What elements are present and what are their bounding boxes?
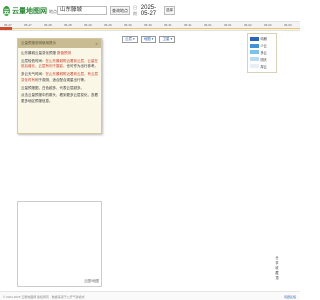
timeline-label[interactable]: 05-29 — [104, 23, 112, 27]
timeline-current-marker[interactable] — [0, 27, 12, 30]
map-layer-button[interactable]: 卫星 ▾ — [159, 36, 176, 43]
date-select-button[interactable]: 选择 — [164, 6, 175, 15]
legend-swatch — [250, 43, 259, 48]
forecast-info-card: 云量预报说明使用提示 × 山东滕城云量变化预报 数值预测云层较低时间：在山东滕城… — [17, 38, 102, 134]
card-body: 山东滕城云量变化预报 数值预测云层较低时间：在山东滕城附近看到云层，云量在前后增… — [18, 48, 101, 110]
site-logo[interactable]: 云 云量地图网 — [3, 5, 47, 17]
legend-item: 厚云 — [250, 63, 274, 70]
feedback-link[interactable]: 问题反馈 — [284, 295, 296, 299]
map-layer-button[interactable]: 地图 ▾ — [140, 36, 157, 43]
legend-swatch — [250, 64, 259, 69]
logo-text: 云量地图网 — [12, 7, 47, 15]
legend-label: 晴朗 — [260, 37, 267, 42]
side-tool-item[interactable]: 享 — [275, 261, 278, 265]
timeline-label[interactable]: 05-27 — [24, 23, 32, 27]
timeline-label[interactable]: 05-30 — [124, 23, 132, 27]
card-paragraph: 山东滕城云量变化预报 数值预测 — [21, 51, 98, 57]
query-location-button[interactable]: 查询地点 — [110, 6, 130, 15]
location-input[interactable]: 山东滕城 — [57, 6, 107, 15]
card-paragraph: 云量预报图，白色越多、代表云层越多。 — [21, 86, 98, 92]
timeline-label[interactable]: 06-03 — [284, 23, 292, 27]
card-paragraph: 多云天气时间：在山东滕城附近看到云层，有云层变化时有利于观测，适合配合观星出行等… — [21, 72, 98, 83]
card-text: ，也可作为出行参考。 — [63, 64, 98, 69]
forecast-timeline[interactable]: 05-27 05-27 05-28 05-28 05-29 05-29 05-30 05-30… — [0, 21, 300, 31]
legend-item: 少云 — [250, 42, 274, 49]
card-text: 白色越多、代表云层越多。 — [42, 85, 84, 90]
card-text: 利于观测，适合配合观星出行等。 — [35, 77, 88, 82]
card-header: 云量预报说明使用提示 × — [18, 39, 101, 48]
side-tool-item[interactable]: 收 — [275, 266, 278, 270]
card-text: 云层较低时间： — [21, 58, 46, 63]
side-tool-item[interactable]: 分 — [275, 256, 278, 260]
side-tool-item[interactable]: 藏 — [275, 271, 278, 275]
timeline-label[interactable]: 05-28 — [64, 23, 72, 27]
page-footer: © 2024-2025 云量地图网 版权所有 · 数据来源于公开气象模式 问题反… — [0, 291, 300, 300]
timeline-label[interactable]: 05-31 — [184, 23, 192, 27]
map-layer-controls: 云层 ▾ 地图 ▾ 卫星 ▾ — [122, 36, 202, 44]
close-icon[interactable]: × — [94, 41, 99, 46]
legend-swatch — [250, 36, 259, 41]
map-layer-button[interactable]: 云层 ▾ — [122, 36, 138, 43]
card-text: 云量预报图， — [21, 85, 42, 90]
legend-label: 多云 — [260, 50, 267, 55]
side-toolbar: 分享收藏顶 — [273, 256, 281, 286]
legend-item: 晴朗 — [250, 36, 274, 43]
card-text: 山东滕城云量变化预报 — [21, 51, 57, 55]
legend-item: 多云 — [250, 49, 274, 56]
card-text: 点击云量预报中的箭头，看到更多云层变化， — [21, 93, 91, 98]
timeline-label[interactable]: 05-28 — [44, 23, 52, 27]
card-paragraph: 点击云量预报中的箭头，看到更多云层变化，查看更多地区预报信息。 — [21, 93, 98, 104]
legend-label: 阴天 — [260, 57, 267, 62]
legend-item: 阴天 — [250, 56, 274, 63]
date-prefix: 日期 — [133, 4, 137, 16]
timeline-progress-bar[interactable] — [0, 27, 300, 29]
cloud-legend: 晴朗少云 多云阴天厚云 — [247, 33, 277, 73]
card-highlight-text: 数值预测 — [56, 51, 71, 55]
footer-links: 问题反馈 — [284, 295, 296, 299]
timeline-label[interactable]: 06-02 — [244, 23, 252, 27]
timeline-label[interactable]: 05-31 — [164, 23, 172, 27]
timeline-label[interactable]: 05-30 — [144, 23, 152, 27]
date-display[interactable]: 日期 2025-05-27 — [133, 4, 163, 17]
timeline-label[interactable]: 06-02 — [264, 23, 272, 27]
timeline-label[interactable]: 05-29 — [84, 23, 92, 27]
legend-swatch — [250, 57, 259, 62]
side-tool-item[interactable]: 顶 — [275, 276, 278, 280]
card-text: 多云天气时间： — [21, 72, 46, 77]
date-value: 2025-05-27 — [140, 4, 157, 17]
timeline-label[interactable]: 06-01 — [204, 23, 212, 27]
card-title: 云量预报说明使用提示 — [21, 41, 56, 45]
footer-copyright: © 2024-2025 云量地图网 版权所有 · 数据来源于公开气象模式 — [3, 294, 85, 299]
mini-map-panel[interactable]: 云图/地图 — [17, 201, 102, 287]
legend-label: 厚云 — [260, 64, 267, 69]
legend-swatch — [250, 50, 259, 55]
card-paragraph: 云层较低时间：在山东滕城附近看到云层，云量在前后增长，云层有利于摄影，也可作为出… — [21, 59, 98, 70]
legend-label: 少云 — [260, 44, 267, 49]
logo-icon: 云 — [3, 6, 10, 16]
timeline-label[interactable]: 06-01 — [224, 23, 232, 27]
mini-map-label: 云图/地图 — [84, 279, 99, 283]
